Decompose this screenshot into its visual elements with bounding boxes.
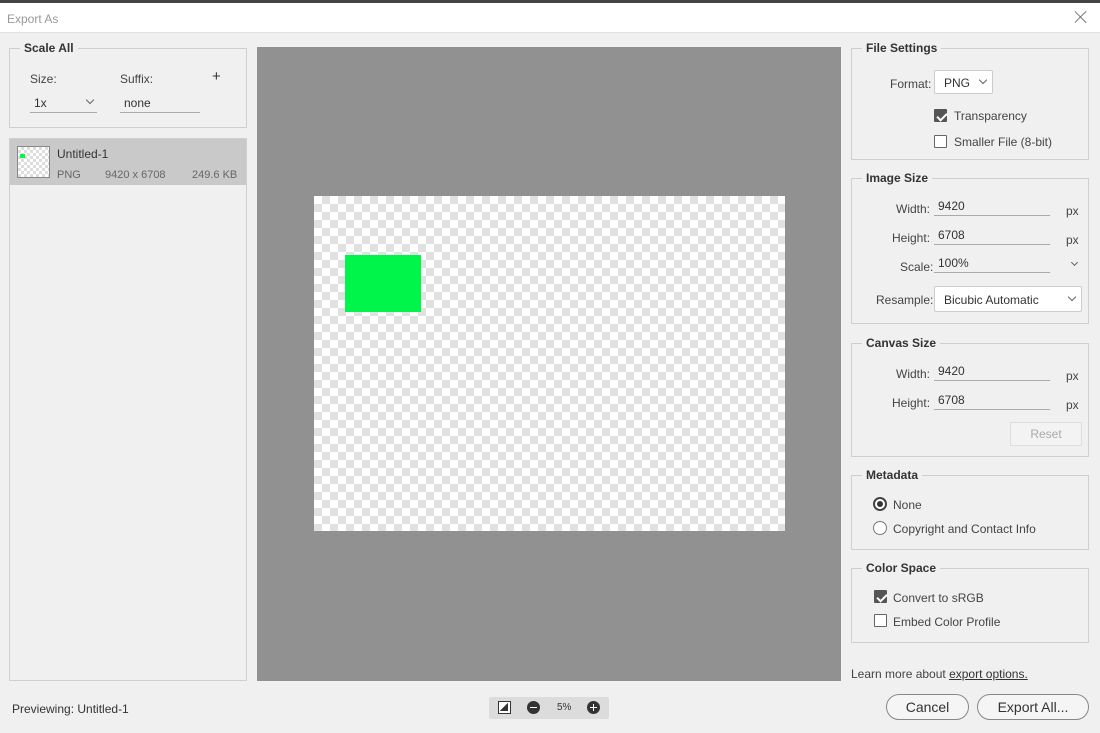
asset-name: Untitled-1 [57,147,109,161]
suffix-label: Suffix: [120,72,154,86]
image-height-input[interactable]: 6708 [934,227,1050,245]
scale-all-legend: Scale All [20,41,78,55]
format-value: PNG [944,76,971,90]
convert-srgb-checkbox[interactable] [874,590,887,603]
image-width-label: Width: [896,202,931,216]
suffix-placeholder: none [124,96,151,110]
reset-button[interactable]: Reset [1010,422,1082,446]
canvas-width-unit: px [1066,369,1079,383]
toggle-preview-fill [500,703,508,711]
export-all-button[interactable]: Export All... [977,694,1089,720]
metadata-legend: Metadata [862,468,923,482]
metadata-none-radio[interactable] [873,497,887,511]
add-scale-icon[interactable]: + [212,68,221,85]
chevron-down-icon [1067,292,1077,302]
preview-green-shape [345,255,421,312]
canvas-height-unit: px [1066,398,1079,412]
convert-srgb-label: Convert to sRGB [893,591,984,605]
scale-select[interactable]: 100% [934,255,1050,273]
preview-canvas [314,196,785,531]
size-label: Size: [30,72,57,86]
asset-filesize: 249.6 KB [192,169,238,181]
format-label: Format: [890,77,932,91]
asset-dimensions: 9420 x 6708 [105,169,166,181]
chevron-down-icon [85,95,95,105]
suffix-input[interactable]: none [120,95,200,113]
asset-list-panel: Untitled-1 PNG 9420 x 6708 249.6 KB [9,138,247,681]
chevron-down-icon[interactable] [1070,258,1079,267]
title-bar: Export As [0,3,1100,33]
image-height-value: 6708 [938,228,965,242]
asset-thumbnail [17,146,50,178]
image-size-panel: Image Size Width: 9420 px Height: 6708 p… [851,171,1089,324]
image-height-unit: px [1066,233,1079,247]
resample-value: Bicubic Automatic [944,293,1039,307]
canvas-width-value: 9420 [938,364,965,378]
smaller-file-checkbox[interactable] [934,135,947,148]
scale-value: 100% [938,256,969,270]
image-width-unit: px [1066,204,1079,218]
embed-profile-checkbox[interactable] [874,614,887,627]
zoom-toolbar: 5% [489,697,609,719]
image-height-label: Height: [892,231,931,245]
metadata-none-label: None [893,498,922,512]
zoom-out-icon[interactable] [527,701,540,714]
previewing-value: Untitled-1 [77,702,129,716]
embed-profile-label: Embed Color Profile [893,615,1001,629]
asset-format: PNG [57,169,81,181]
canvas-height-input[interactable]: 6708 [934,392,1050,410]
asset-row[interactable]: Untitled-1 PNG 9420 x 6708 249.6 KB [10,139,246,185]
cancel-button[interactable]: Cancel [886,694,969,720]
canvas-height-value: 6708 [938,393,965,407]
image-size-legend: Image Size [862,171,933,185]
canvas-size-legend: Canvas Size [862,336,941,350]
zoom-in-icon[interactable] [587,701,600,714]
canvas-width-input[interactable]: 9420 [934,363,1050,381]
toggle-preview-icon[interactable] [498,701,511,714]
transparency-label: Transparency [954,109,1027,123]
format-select[interactable]: PNG [934,70,993,94]
size-value: 1x [34,96,47,110]
color-space-legend: Color Space [862,561,941,575]
scale-all-panel: Scale All Size: Suffix: + 1x none [9,41,247,128]
image-width-input[interactable]: 9420 [934,198,1050,216]
metadata-copyright-label: Copyright and Contact Info [893,522,1036,536]
resample-select[interactable]: Bicubic Automatic [934,286,1082,312]
learn-more-text: Learn more about export options. [851,667,1028,681]
previewing-status: Previewing: Untitled-1 [12,702,129,716]
file-settings-legend: File Settings [862,41,942,55]
canvas-width-label: Width: [896,367,931,381]
smaller-file-label: Smaller File (8-bit) [954,135,1053,149]
size-select[interactable]: 1x [30,95,97,113]
thumbnail-green-shape [20,154,25,158]
metadata-copyright-radio[interactable] [873,521,887,535]
previewing-label: Previewing: [12,702,75,716]
export-options-link[interactable]: export options. [949,667,1028,681]
file-settings-panel: File Settings Format: PNG Transparency S… [851,41,1089,160]
scale-label: Scale: [900,260,934,274]
resample-label: Resample: [876,293,934,307]
metadata-panel: Metadata None Copyright and Contact Info [851,468,1089,550]
learn-more-prefix: Learn more about [851,667,946,681]
transparency-checkbox[interactable] [934,109,947,122]
color-space-panel: Color Space Convert to sRGB Embed Color … [851,561,1089,643]
window-title: Export As [7,12,59,26]
canvas-height-label: Height: [892,396,931,410]
chevron-down-icon [978,75,988,85]
close-icon[interactable] [1072,8,1090,26]
image-width-value: 9420 [938,199,965,213]
canvas-size-panel: Canvas Size Width: 9420 px Height: 6708 … [851,336,1089,457]
zoom-value: 5% [557,702,572,713]
